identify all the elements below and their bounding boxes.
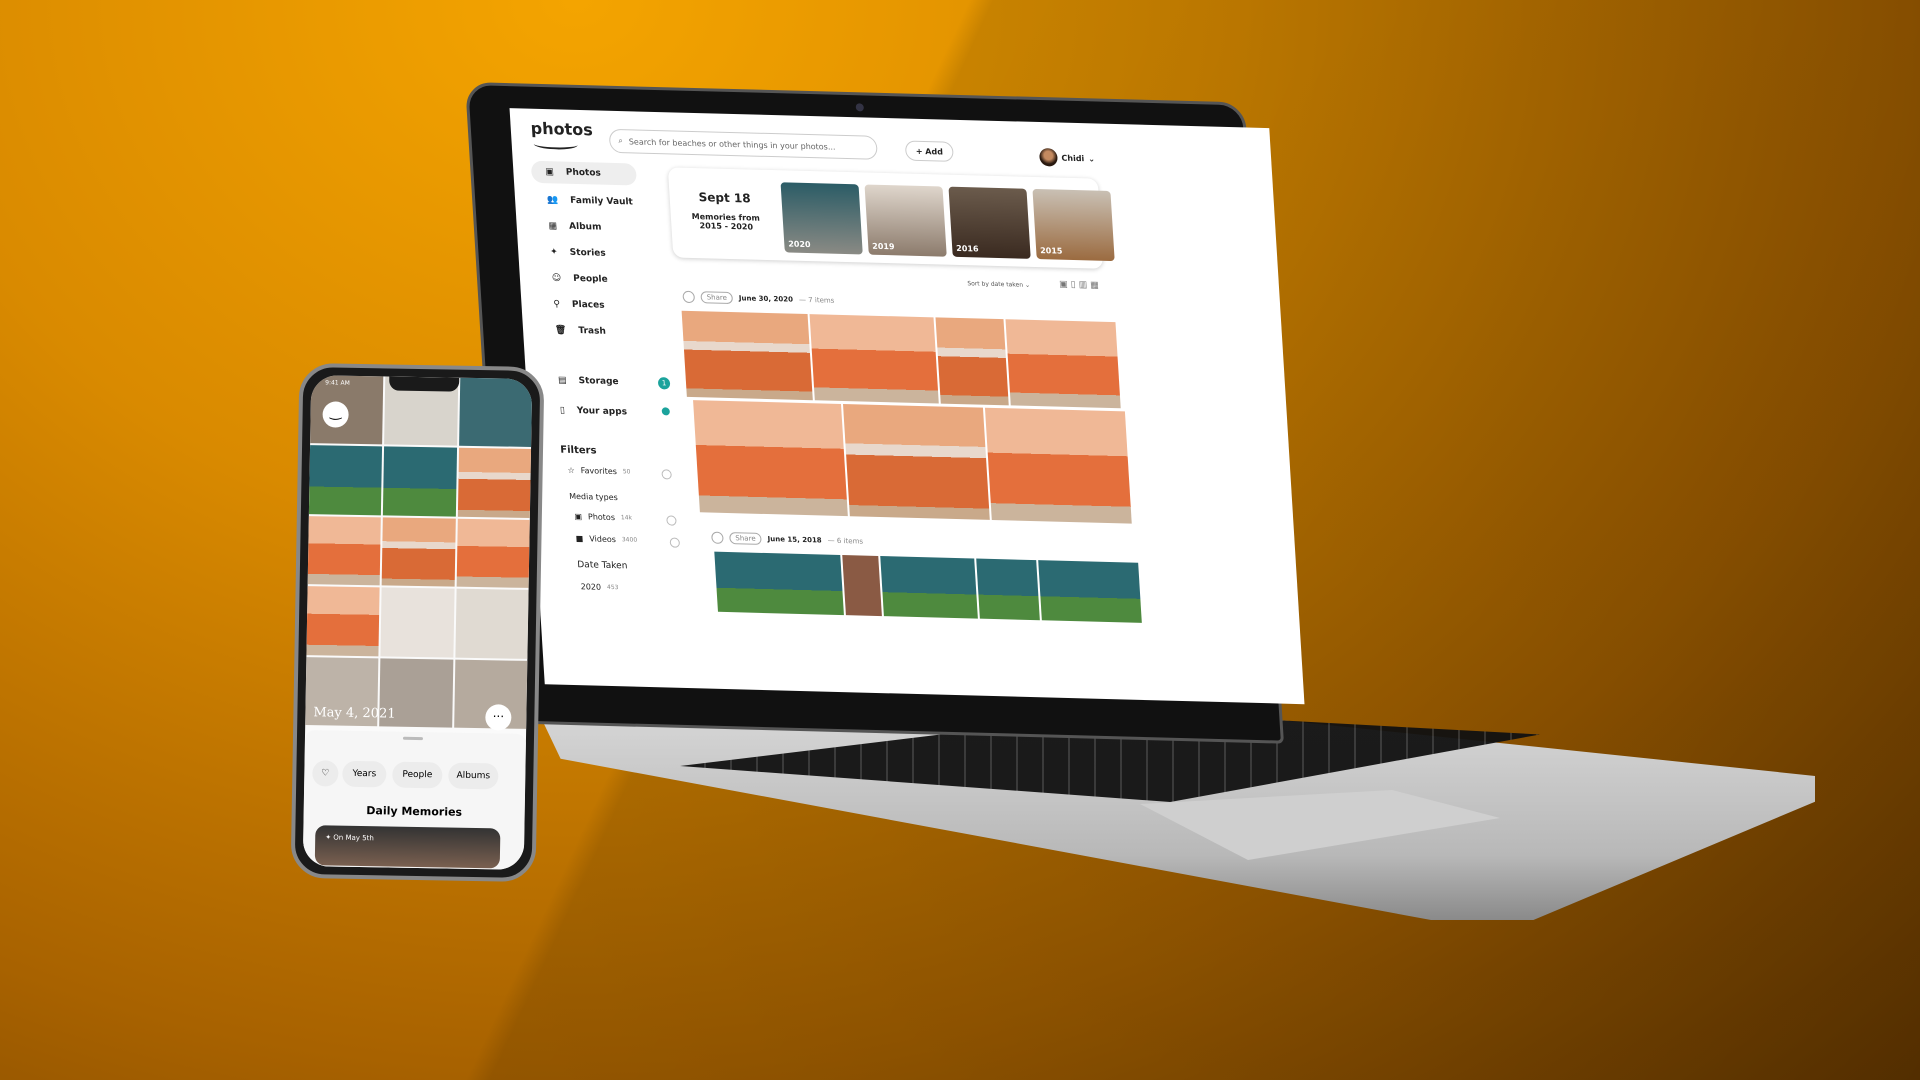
sidebar-item-your-apps[interactable]: ▯ Your apps	[545, 399, 651, 424]
apps-status-dot	[661, 407, 671, 416]
sidebar-item-people[interactable]: ☺ People	[537, 267, 643, 292]
chip-people[interactable]: People	[392, 761, 443, 789]
storage-icon: ▤	[557, 375, 567, 386]
phone-photo-grid	[305, 375, 533, 729]
avatar	[1038, 148, 1059, 167]
status-time: 9:41 AM	[325, 379, 350, 387]
phone: 9:41 AM ‿ May 4, 2021 ··· ♡ Years People…	[290, 362, 545, 883]
add-button[interactable]: + Add	[904, 140, 954, 162]
photos-app: photos ⌕ Search for beaches or other thin…	[509, 108, 1305, 705]
photo[interactable]	[842, 555, 882, 617]
share-button[interactable]: Share	[700, 291, 734, 305]
search-icon: ⌕	[618, 136, 624, 146]
video-icon: ■	[575, 534, 584, 544]
chip-albums[interactable]: Albums	[448, 762, 499, 790]
photo[interactable]	[383, 446, 457, 517]
photos-radio[interactable]	[666, 515, 677, 526]
photo[interactable]	[1038, 560, 1142, 623]
share-button[interactable]: Share	[729, 532, 762, 545]
photo-icon: ▣	[574, 512, 583, 522]
people-icon: 👥	[546, 195, 559, 206]
photo[interactable]	[458, 377, 533, 448]
chip-years[interactable]: Years	[342, 760, 387, 788]
photo[interactable]	[714, 551, 844, 616]
logo: photos	[530, 118, 594, 140]
logo-smile-icon	[533, 138, 578, 150]
filter-photos[interactable]: ▣ Photos 14k	[574, 512, 632, 523]
photo[interactable]	[380, 587, 455, 658]
photo[interactable]	[880, 556, 978, 619]
date-taken-heading: Date Taken	[577, 560, 628, 572]
memory-thumb[interactable]: 2015	[1032, 188, 1115, 262]
photo[interactable]	[681, 310, 813, 401]
photo[interactable]	[693, 400, 848, 517]
storage-badge: 1	[657, 377, 671, 390]
memory-card[interactable]: ✦ On May 5th	[314, 825, 501, 869]
photo[interactable]	[984, 407, 1132, 524]
sidebar-item-trash[interactable]: 🗑 Trash	[540, 319, 646, 344]
memory-thumb[interactable]: 2020	[780, 182, 863, 255]
filter-favorites[interactable]: ☆ Favorites 50	[567, 466, 630, 477]
notch	[389, 376, 460, 392]
photo[interactable]	[307, 515, 382, 586]
album-icon: ▦	[548, 221, 558, 232]
chevron-down-icon: ⌄	[1087, 153, 1096, 164]
sidebar-item-storage[interactable]: ▤ Storage	[543, 369, 649, 394]
user-menu[interactable]: Chidi ⌄	[1038, 148, 1096, 167]
drag-handle[interactable]	[402, 736, 424, 741]
group-header: Share June 30, 2020— 7 items	[682, 290, 835, 307]
memories-date: Sept 18	[698, 190, 751, 206]
sidebar-item-stories[interactable]: ✦ Stories	[536, 241, 642, 266]
photo[interactable]	[1005, 319, 1121, 409]
phone-screen: 9:41 AM ‿ May 4, 2021 ··· ♡ Years People…	[302, 375, 533, 870]
filters-heading: Filters	[560, 444, 597, 457]
photo[interactable]	[306, 586, 380, 656]
camera	[855, 103, 865, 112]
photo-icon: ▣	[545, 167, 555, 178]
sparkle-icon: ✦	[549, 247, 559, 258]
photo[interactable]	[455, 588, 529, 659]
videos-radio[interactable]	[669, 537, 681, 548]
group-header: Share June 15, 2018— 6 items	[711, 531, 863, 548]
photo[interactable]	[842, 404, 990, 520]
select-group-checkbox[interactable]	[682, 290, 696, 304]
photo[interactable]	[976, 558, 1040, 621]
sparkle-icon: ✦	[325, 833, 334, 842]
photo[interactable]	[381, 517, 456, 587]
media-types-heading: Media types	[568, 491, 619, 503]
photo[interactable]	[809, 314, 939, 404]
photo[interactable]	[456, 518, 530, 589]
select-group-checkbox[interactable]	[711, 531, 724, 544]
sidebar-item-places[interactable]: ⚲ Places	[539, 293, 645, 318]
memories-card[interactable]: Sept 18 Memories from 2015 - 2020 2020 201…	[668, 167, 1115, 268]
memory-date: May 4, 2021	[313, 705, 396, 722]
apps-icon: ▯	[559, 405, 566, 416]
face-icon: ☺	[551, 273, 562, 284]
memory-thumb[interactable]: 2019	[864, 184, 947, 257]
star-icon: ☆	[567, 465, 576, 476]
photo[interactable]	[935, 317, 1009, 406]
sidebar-item-album[interactable]: ▦ Album	[534, 215, 640, 240]
photo[interactable]	[308, 445, 383, 516]
favorites-radio[interactable]	[661, 469, 672, 480]
pin-icon: ⚲	[553, 299, 561, 310]
laptop: photos ⌕ Search for beaches or other thin…	[465, 82, 1305, 744]
filter-year-2020[interactable]: 2020 453	[580, 582, 618, 592]
trash-icon: 🗑	[554, 325, 567, 336]
view-toggles[interactable]: ▣▯▥▦	[1059, 280, 1102, 291]
search-input[interactable]: ⌕ Search for beaches or other things in y…	[608, 128, 878, 160]
memory-thumb[interactable]: 2016	[948, 186, 1031, 259]
sidebar-item-photos[interactable]: ▣ Photos	[530, 160, 638, 186]
sort-dropdown[interactable]: Sort by date taken ⌄	[967, 280, 1030, 289]
filter-videos[interactable]: ■ Videos 3400	[575, 534, 637, 545]
photo[interactable]	[457, 448, 532, 518]
sidebar-item-family-vault[interactable]: 👥 Family Vault	[532, 189, 638, 214]
